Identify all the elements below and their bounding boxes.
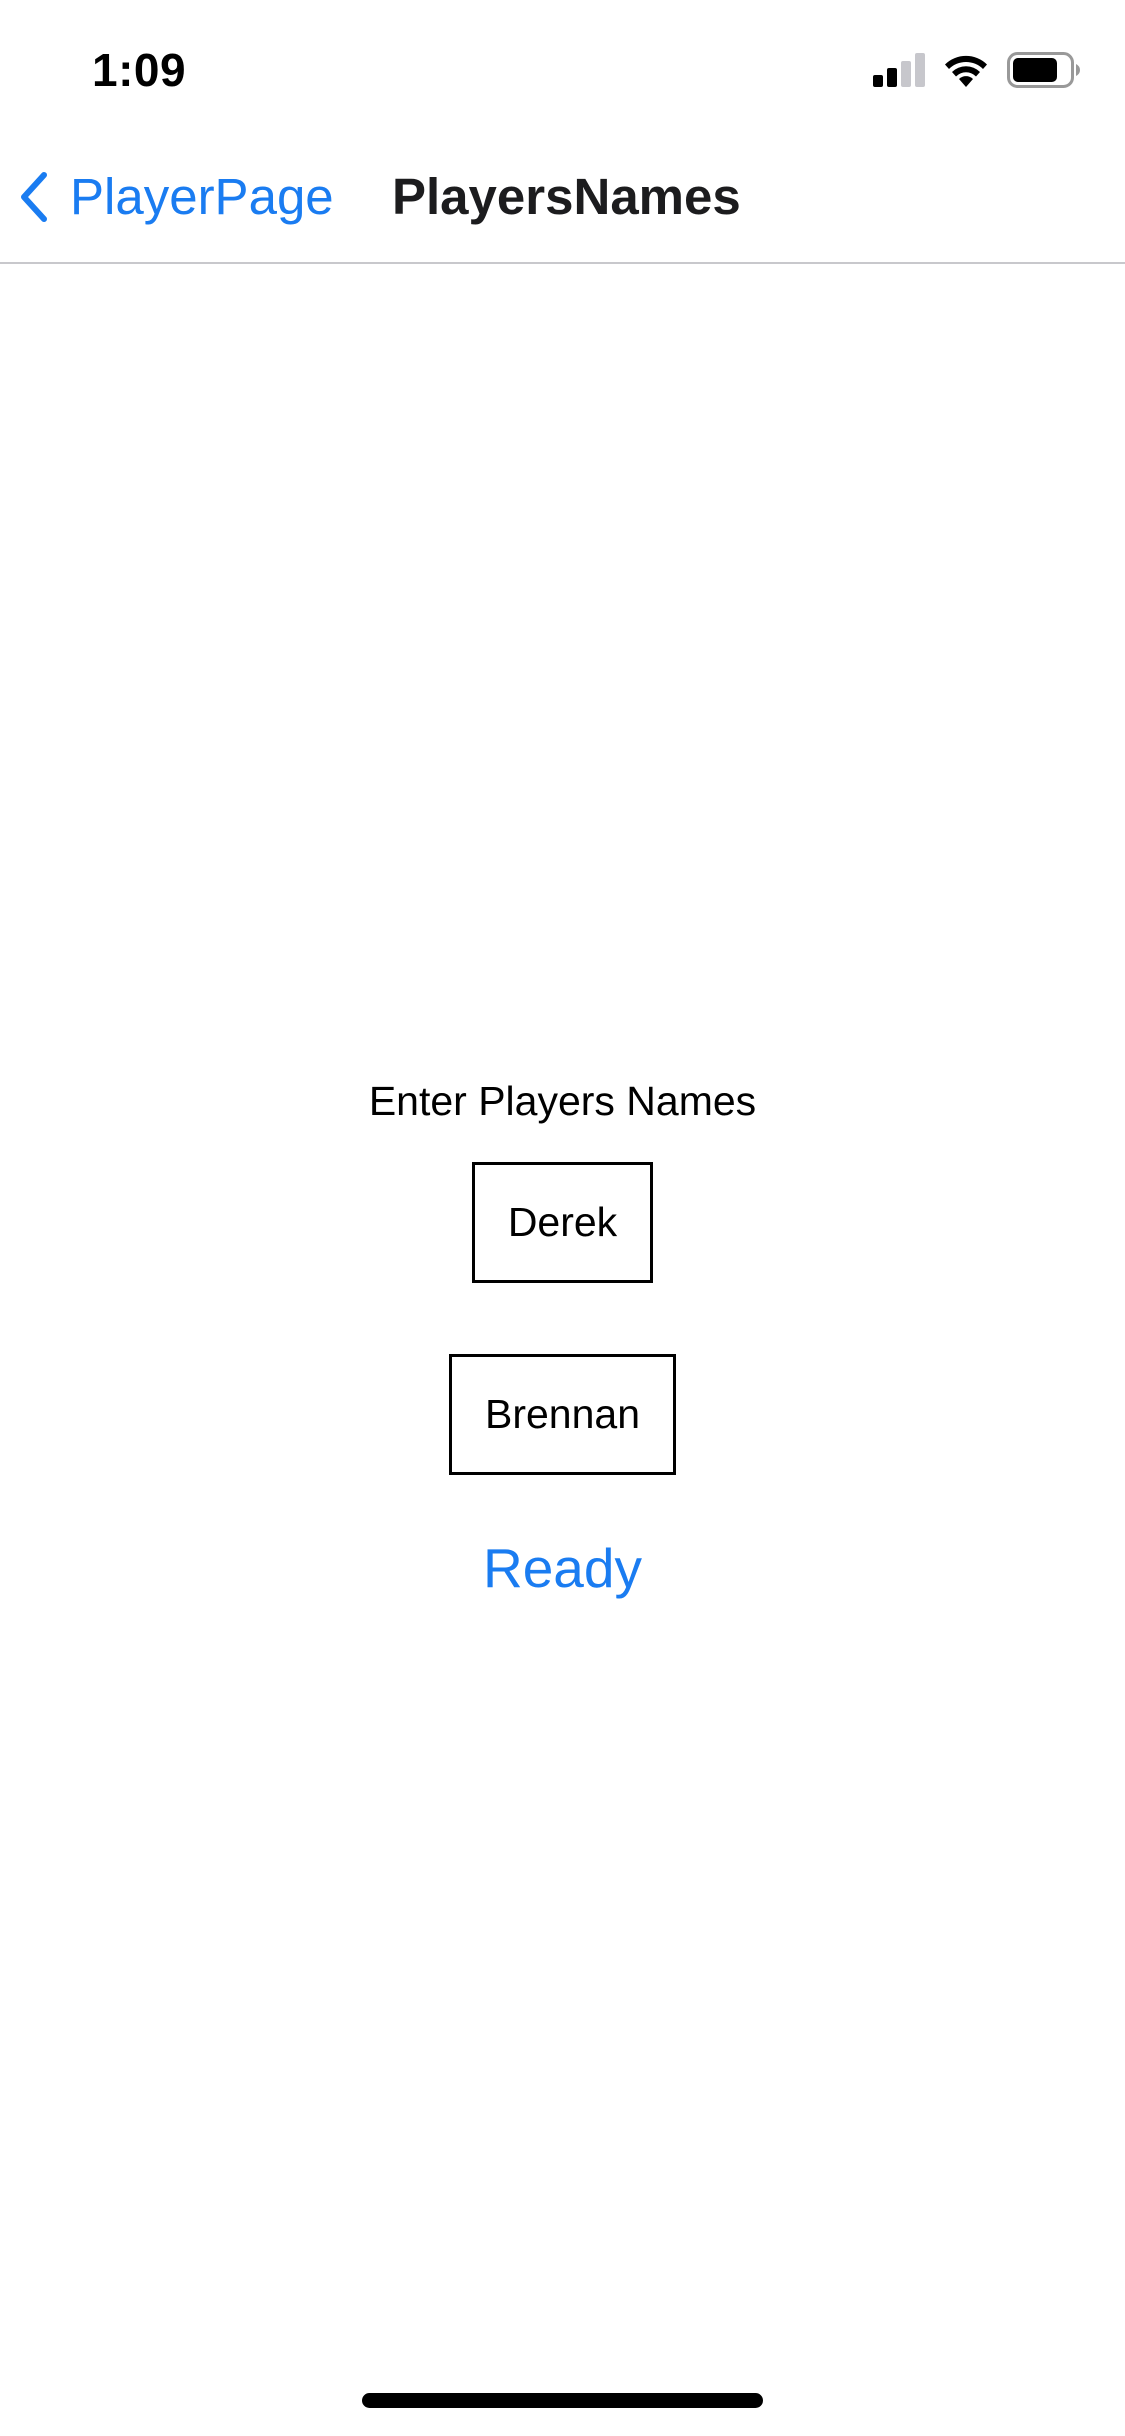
ready-button[interactable]: Ready (0, 1532, 1125, 1604)
status-icons (873, 48, 1081, 92)
screen: 1:09 PlayerPage PlayersNames Enter Playe… (0, 0, 1125, 2436)
back-button[interactable]: PlayerPage (20, 160, 334, 234)
signal-icon (873, 53, 925, 87)
back-button-label: PlayerPage (70, 168, 334, 225)
enter-names-label: Enter Players Names (368, 1078, 757, 1124)
navigation-bar: PlayerPage PlayersNames (0, 132, 1125, 264)
battery-icon (1007, 52, 1080, 88)
status-bar: 1:09 (0, 0, 1125, 132)
player-one-name-field[interactable] (472, 1162, 653, 1283)
status-time: 1:09 (92, 44, 187, 96)
home-indicator[interactable] (362, 2393, 763, 2408)
chevron-left-icon (21, 172, 47, 222)
wifi-icon (945, 55, 987, 87)
page-title: PlayersNames (392, 168, 741, 225)
player-two-name-field[interactable] (449, 1354, 676, 1475)
